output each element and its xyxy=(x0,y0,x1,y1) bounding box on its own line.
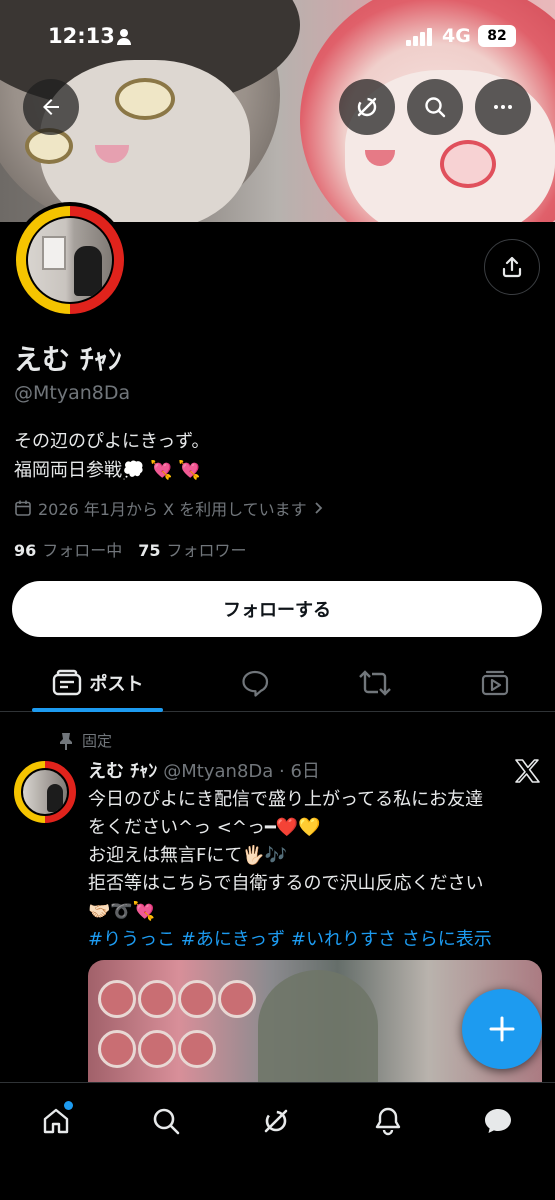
media-plush xyxy=(138,1030,176,1068)
media-person xyxy=(258,970,378,1082)
grok-icon xyxy=(264,1109,288,1133)
post-line: 🤝🏻➰💘 xyxy=(88,901,156,922)
post-avatar-photo xyxy=(21,768,69,816)
tab-posts-label: ポスト xyxy=(89,674,144,695)
chevron-right-icon xyxy=(315,502,322,514)
nav-grok[interactable] xyxy=(254,1099,298,1143)
post-line: 今日のぴよにき配信で盛り上がってる私にお友達 xyxy=(88,789,484,810)
post-text: 今日のぴよにき配信で盛り上がってる私にお友達 をください^っ <^っ━❤️💛 お… xyxy=(88,786,538,954)
nav-home[interactable] xyxy=(34,1099,78,1143)
repost-icon xyxy=(359,670,391,696)
back-button[interactable] xyxy=(23,79,79,135)
status-bar: 12:13 4G 82 xyxy=(0,0,555,72)
follow-button[interactable]: フォローする xyxy=(12,581,542,637)
post-author-avatar[interactable] xyxy=(12,759,78,825)
home-icon xyxy=(43,1108,69,1134)
post-author-name[interactable]: えむ ﾁｬﾝ xyxy=(88,761,157,782)
bottom-navigation xyxy=(0,1082,555,1200)
followers-link[interactable]: 75 フォロワー xyxy=(138,537,246,561)
avatar-photo-figure xyxy=(74,246,102,296)
person-icon xyxy=(117,29,131,45)
search-icon xyxy=(153,1108,180,1135)
posts-tab-icon xyxy=(52,669,81,696)
media-plush xyxy=(98,1030,136,1068)
nav-search[interactable] xyxy=(144,1099,188,1143)
following-link[interactable]: 96 フォロー中 xyxy=(14,537,122,561)
media-plush xyxy=(98,980,136,1018)
battery-indicator: 82 xyxy=(478,25,516,47)
home-notification-dot xyxy=(64,1101,73,1110)
share-icon xyxy=(502,256,522,278)
status-time: 12:13 xyxy=(48,24,115,48)
media-plush xyxy=(178,980,216,1018)
banner-plush-eye xyxy=(440,140,496,188)
pinned-indicator: 固定 xyxy=(58,730,112,751)
bell-icon xyxy=(375,1107,401,1136)
post-author-meta[interactable]: @Mtyan8Da · 6日 xyxy=(163,761,320,782)
arrow-left-icon xyxy=(43,99,59,115)
media-plush xyxy=(218,980,256,1018)
bio-line: 福岡両日参戦💭 💘 💘 xyxy=(14,460,201,481)
follow-counts: 96 フォロー中 75 フォロワー xyxy=(14,537,247,561)
active-tab-indicator xyxy=(32,708,163,712)
pinned-label: 固定 xyxy=(82,732,113,750)
calendar-icon xyxy=(15,500,31,516)
compose-post-button[interactable] xyxy=(462,989,542,1069)
post-line: お迎えは無言Fにて🖐🏻🎶 xyxy=(88,845,288,866)
chat-icon xyxy=(485,1109,511,1133)
tab-media[interactable] xyxy=(470,654,520,712)
profile-avatar[interactable] xyxy=(12,202,128,318)
post-hashtags[interactable]: #りうっこ #あにきっず #いれりすさ さらに表示 xyxy=(88,926,538,954)
banner-plush-eye xyxy=(115,78,175,120)
more-options-button[interactable] xyxy=(475,79,531,135)
avatar-photo xyxy=(26,216,114,304)
profile-handle: @Mtyan8Da xyxy=(14,382,131,404)
post-line: をください^っ <^っ━❤️💛 xyxy=(88,817,321,838)
post-avatar-figure xyxy=(47,784,63,812)
grok-button[interactable] xyxy=(339,79,395,135)
followers-label: フォロワー xyxy=(166,541,247,560)
tab-reposts[interactable] xyxy=(350,654,400,712)
nav-notifications[interactable] xyxy=(366,1099,410,1143)
reply-icon xyxy=(242,670,269,697)
share-button[interactable] xyxy=(484,239,540,295)
profile-bio: その辺のぴよにきっず。 福岡両日参戦💭 💘 💘 xyxy=(14,427,209,485)
media-plush xyxy=(178,1030,216,1068)
joined-date-link[interactable]: 2026 年1月から X を利用しています xyxy=(14,496,325,520)
plus-icon xyxy=(489,1016,515,1042)
network-type: 4G xyxy=(442,25,471,47)
followers-count: 75 xyxy=(138,541,161,560)
post-line: 拒否等はこちらで自衛するので沢山反応ください xyxy=(88,873,484,894)
tab-posts[interactable]: ポスト xyxy=(32,654,163,712)
more-icon xyxy=(494,105,512,109)
search-button[interactable] xyxy=(407,79,463,135)
post-header: えむ ﾁｬﾝ @Mtyan8Da · 6日 xyxy=(88,757,320,783)
joined-date-text: 2026 年1月から X を利用しています xyxy=(38,500,307,519)
following-count: 96 xyxy=(14,541,37,560)
avatar-photo-poster xyxy=(42,236,66,270)
x-logo-icon xyxy=(515,759,540,783)
profile-tabs: ポスト xyxy=(0,654,555,712)
cellular-signal-icon xyxy=(406,28,432,46)
grok-icon xyxy=(357,97,377,117)
bio-line: その辺のぴよにきっず。 xyxy=(14,431,210,452)
nav-messages[interactable] xyxy=(476,1099,520,1143)
media-icon xyxy=(481,670,509,696)
following-label: フォロー中 xyxy=(42,541,123,560)
pin-icon xyxy=(60,732,72,750)
tab-replies[interactable] xyxy=(230,654,280,712)
media-plush xyxy=(138,980,176,1018)
search-icon xyxy=(425,97,446,118)
profile-display-name: えむ ﾁｬﾝ xyxy=(14,343,122,376)
